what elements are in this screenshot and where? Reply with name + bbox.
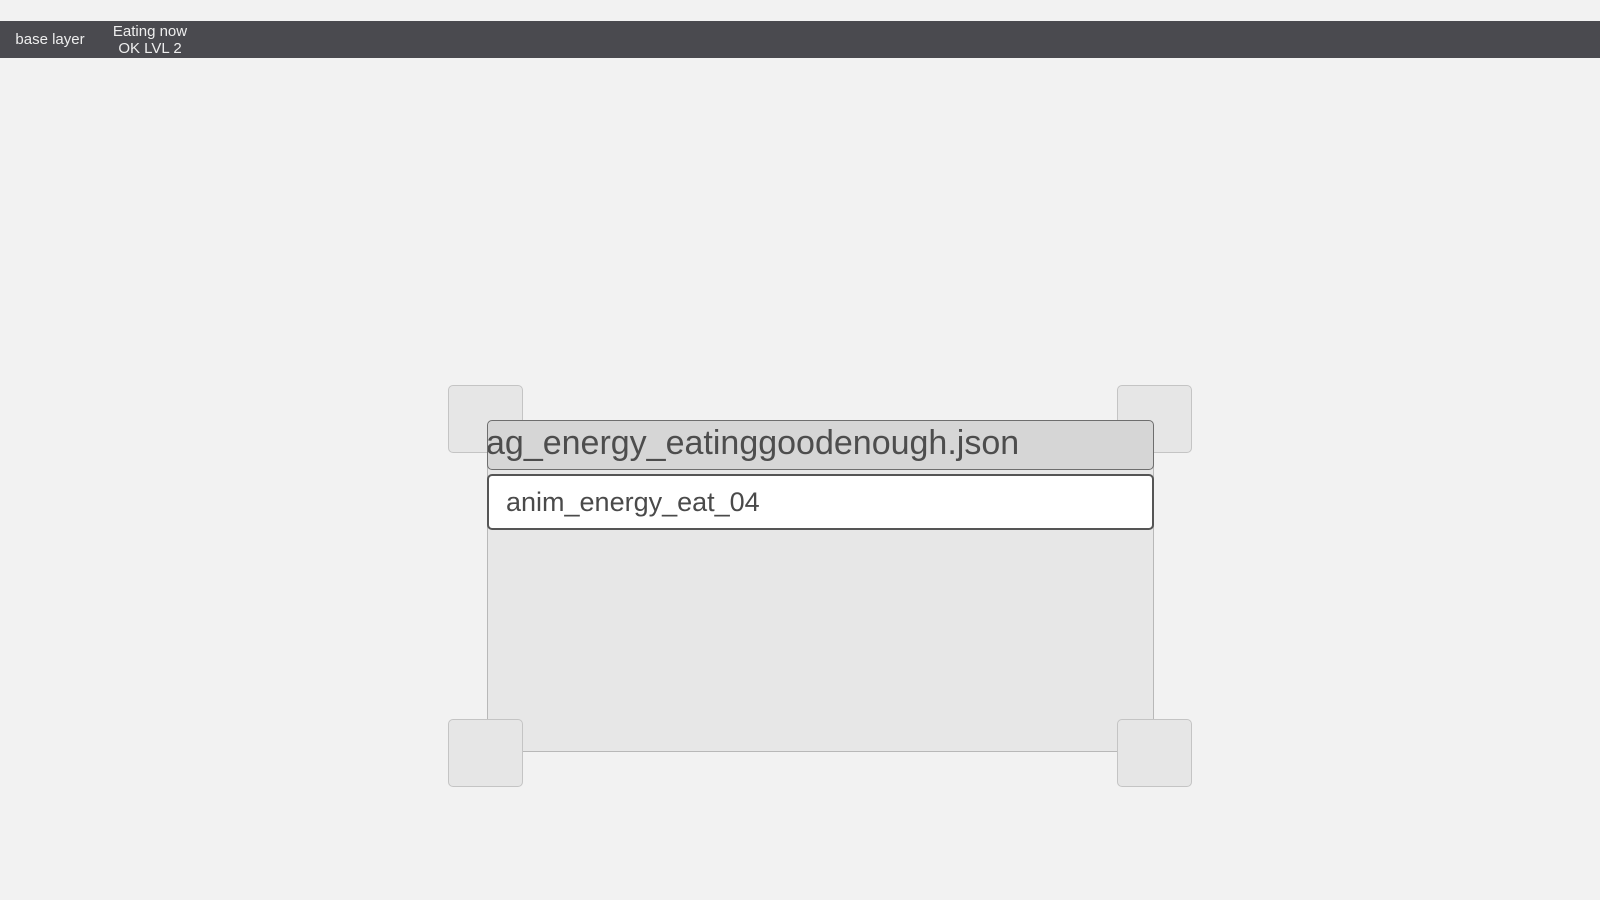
animation-name-text: anim_energy_eat_04 (506, 487, 760, 517)
panel-title: ag_energy_eatinggoodenough.json (487, 424, 1020, 462)
panel-title-bar: ag_energy_eatinggoodenough.json (487, 420, 1154, 470)
tab-base-layer[interactable]: base layer (0, 31, 100, 48)
tab-eating-now-line2: OK LVL 2 (118, 40, 182, 57)
tab-eating-now-line1: Eating now (112, 23, 188, 40)
animation-name-field[interactable]: anim_energy_eat_04 (487, 474, 1154, 530)
corner-handle-bottom-right[interactable] (1117, 719, 1192, 787)
tab-eating-now[interactable]: Eating now OK LVL 2 (100, 23, 200, 57)
tab-base-layer-label: base layer (15, 31, 85, 48)
corner-handle-bottom-left[interactable] (448, 719, 523, 787)
top-toolbar: base layer Eating now OK LVL 2 (0, 21, 1600, 58)
